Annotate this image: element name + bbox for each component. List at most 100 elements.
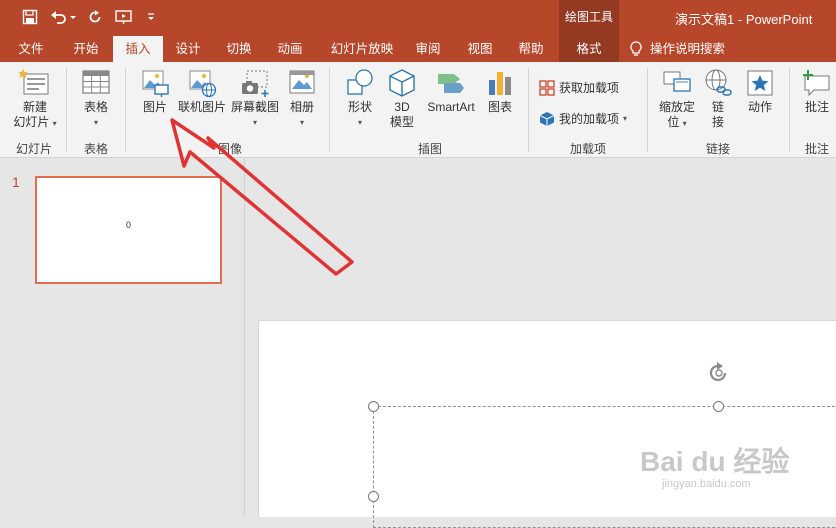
drawing-tools-label: 绘图工具 [559, 0, 619, 36]
zoom-label-1: 缩放定 [658, 100, 695, 114]
smartart-icon [438, 74, 464, 93]
my-addins-icon [539, 111, 555, 126]
chart-label: 图表 [487, 100, 512, 114]
3d-models-button[interactable]: 3D 模型 [383, 68, 421, 130]
new-slide-label-2: 幻灯片 [13, 115, 50, 129]
slide-thumbnail[interactable]: 0 [35, 176, 222, 284]
tab-animations[interactable]: 动画 [268, 36, 312, 62]
get-addins-label: 获取加载项 [559, 81, 620, 95]
baidu-watermark: Bai du 经验 [640, 446, 790, 477]
group-label-slides: 幻灯片 [15, 142, 52, 156]
zoom-label-2: 位 [667, 115, 680, 129]
photo-album-caret: ▾ [299, 118, 304, 127]
link-icon [705, 69, 732, 96]
table-label: 表格 [83, 100, 108, 114]
3d-models-label-1: 3D [394, 100, 410, 114]
link-button[interactable]: 链 接 [702, 68, 734, 130]
repeat-icon[interactable] [84, 6, 106, 28]
shapes-icon [347, 69, 373, 95]
window-title: 演示文稿1 - PowerPoint [675, 12, 813, 27]
tell-me-search[interactable]: 操作说明搜索 [630, 36, 750, 62]
zoom-button[interactable]: 缩放定 位 ▾ [654, 68, 700, 131]
chart-button[interactable]: 图表 [482, 68, 518, 115]
group-separator [66, 68, 67, 152]
comment-icon [803, 70, 830, 97]
group-label-images: 图像 [217, 142, 242, 156]
save-icon[interactable] [18, 6, 42, 28]
screenshot-button[interactable]: 屏幕截图 ▾ [229, 68, 281, 130]
ribbon-insert: 新建 幻灯片 ▾ 幻灯片 表格 ▾ 表格 图片 联机图片 屏幕截图 ▾ 相册 ▾… [0, 62, 836, 158]
my-addins-label: 我的加载项 [559, 112, 620, 126]
tab-home[interactable]: 开始 [62, 36, 110, 62]
customize-qat-icon[interactable] [144, 6, 158, 28]
screenshot-caret: ▾ [252, 118, 257, 127]
resize-handle-middle-left[interactable] [368, 491, 379, 502]
title-bar: 绘图工具 演示文稿1 - PowerPoint [0, 0, 836, 36]
my-addins-button[interactable]: 我的加载项 ▾ [539, 110, 627, 127]
table-button[interactable]: 表格 ▾ [72, 68, 120, 130]
photo-album-label: 相册 [289, 100, 314, 114]
store-icon [539, 79, 555, 96]
new-slide-caret: ▾ [52, 119, 57, 128]
picture-label: 图片 [142, 100, 167, 114]
ribbon-tabs: 文件 开始 插入 设计 切换 动画 幻灯片放映 审阅 视图 帮助 格式 操作说明… [0, 36, 836, 62]
group-separator [125, 68, 126, 152]
shapes-button[interactable]: 形状 ▾ [340, 68, 380, 130]
group-label-addins: 加载项 [569, 142, 606, 156]
resize-handle-top-left[interactable] [368, 401, 379, 412]
slide-thumbnail-panel[interactable]: 1 0 [0, 158, 245, 516]
new-slide-button[interactable]: 新建 幻灯片 ▾ [6, 68, 64, 131]
link-label-2: 接 [711, 115, 724, 129]
smartart-button[interactable]: SmartArt [422, 68, 480, 115]
tab-format[interactable]: 格式 [559, 36, 619, 62]
presentation-start-icon[interactable] [112, 6, 136, 28]
zoom-caret: ▾ [682, 119, 687, 128]
new-slide-icon [19, 69, 49, 95]
slide-number: 1 [12, 174, 20, 190]
tab-insert[interactable]: 插入 [113, 36, 163, 62]
group-separator [329, 68, 330, 152]
online-picture-button[interactable]: 联机图片 [176, 68, 228, 115]
tell-me-label: 操作说明搜索 [650, 42, 726, 56]
rotate-handle-icon[interactable] [707, 361, 731, 388]
tab-transitions[interactable]: 切换 [217, 36, 261, 62]
tab-file[interactable]: 文件 [9, 36, 53, 62]
comment-button[interactable]: 批注 [798, 68, 836, 115]
lightbulb-icon [630, 41, 642, 56]
new-slide-label-1: 新建 [22, 100, 47, 114]
undo-icon[interactable] [48, 6, 78, 28]
online-picture-label: 联机图片 [177, 100, 226, 114]
link-label-1: 链 [711, 100, 724, 114]
group-separator [647, 68, 648, 152]
chart-icon [489, 72, 511, 95]
online-picture-icon [189, 70, 217, 98]
photo-album-button[interactable]: 相册 ▾ [284, 68, 320, 130]
group-label-links: 链接 [705, 142, 730, 156]
picture-icon [142, 70, 169, 97]
tab-review[interactable]: 审阅 [408, 36, 448, 62]
get-addins-button[interactable]: 获取加载项 [539, 79, 619, 96]
tab-view[interactable]: 视图 [458, 36, 502, 62]
zoom-icon [663, 71, 691, 92]
picture-button[interactable]: 图片 [133, 68, 177, 115]
3d-cube-icon [389, 69, 415, 97]
action-label: 动作 [747, 100, 772, 114]
resize-handle-top-middle[interactable] [713, 401, 724, 412]
action-button[interactable]: 动作 [740, 68, 780, 115]
group-label-tables: 表格 [83, 142, 108, 156]
action-star-icon [747, 70, 773, 96]
group-label-illustrations: 插图 [417, 142, 442, 156]
tab-slideshow[interactable]: 幻灯片放映 [322, 36, 402, 62]
slide-thumbnail-text: 0 [125, 220, 131, 230]
group-separator [528, 68, 529, 152]
group-separator [789, 68, 790, 152]
shapes-label: 形状 [347, 100, 372, 114]
table-icon [82, 70, 110, 94]
group-label-comments: 批注 [804, 142, 829, 156]
3d-models-label-2: 模型 [389, 115, 414, 129]
smartart-label: SmartArt [427, 100, 475, 114]
tab-design[interactable]: 设计 [166, 36, 210, 62]
table-caret: ▾ [93, 118, 98, 127]
screenshot-icon [242, 70, 269, 97]
tab-help[interactable]: 帮助 [509, 36, 553, 62]
